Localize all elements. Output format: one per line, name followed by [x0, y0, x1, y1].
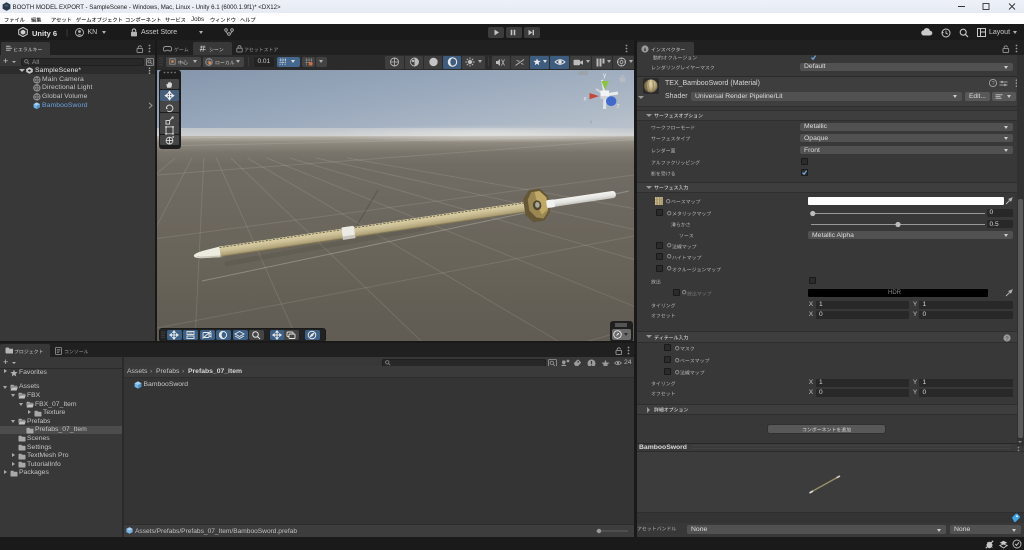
svg-text:y: y: [603, 72, 607, 79]
svg-text:x: x: [584, 96, 588, 103]
svg-text:z: z: [617, 103, 620, 110]
svg-text:?: ?: [992, 81, 995, 87]
